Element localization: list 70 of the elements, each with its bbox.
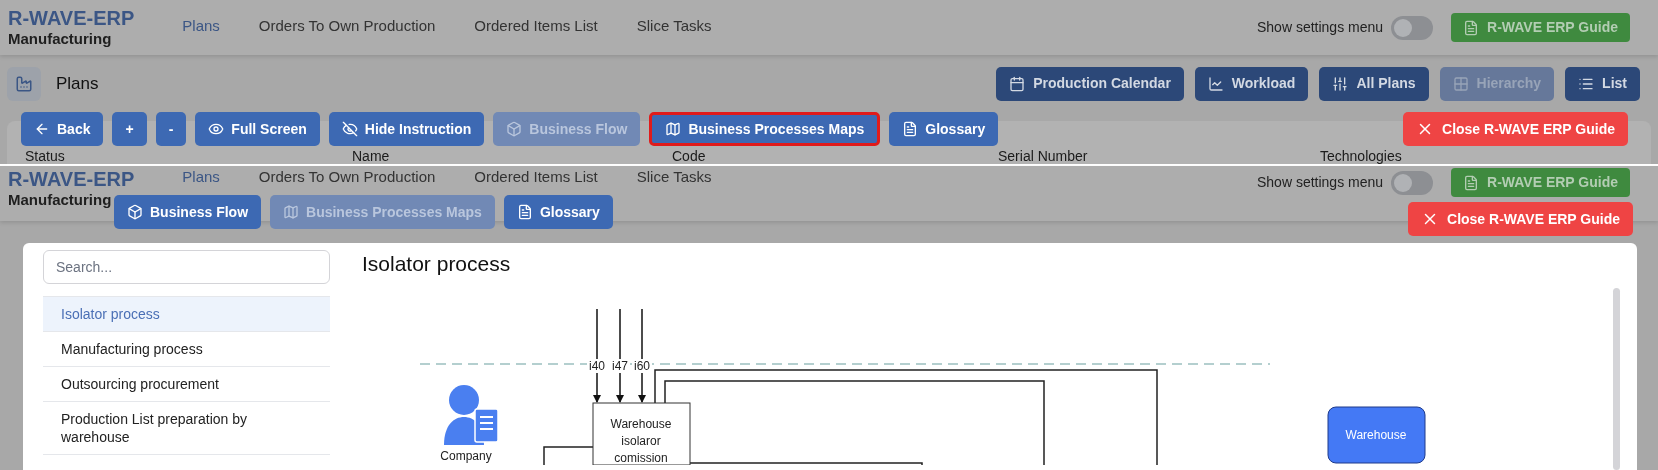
module-name: Manufacturing <box>8 28 113 49</box>
nav-link[interactable]: Orders To Own Production <box>258 15 436 38</box>
column-header: Serial Number <box>998 149 1089 164</box>
brand-name: R-WAVE-ERP <box>8 168 135 190</box>
factory-icon <box>15 74 33 93</box>
document-icon <box>1463 19 1480 36</box>
cube-icon <box>127 204 143 220</box>
document-icon <box>902 121 919 137</box>
actor-label: Company <box>440 449 492 463</box>
nav-link[interactable]: Plans <box>182 15 220 38</box>
guide-toolbar-button[interactable]: Back <box>21 112 104 146</box>
toolbar-button[interactable]: All Plans <box>1319 66 1429 101</box>
process-label: Warehouse <box>610 417 672 431</box>
toolbar-button[interactable]: Production Calendar <box>996 66 1184 101</box>
line-chart-icon <box>1207 75 1224 92</box>
nav-link[interactable]: Ordered Items List <box>474 166 598 189</box>
input-label: i60 <box>634 359 650 373</box>
nav-link[interactable]: Slice Tasks <box>636 166 712 189</box>
sliders-icon <box>1332 75 1349 92</box>
input-label: i47 <box>612 359 628 373</box>
close-guide-button[interactable]: Close R-WAVE ERP Guide <box>1408 202 1633 236</box>
search-field[interactable]: Search... <box>43 250 330 284</box>
guide-toolbar-button[interactable]: Business Flow <box>114 195 262 229</box>
nav-link[interactable]: Ordered Items List <box>474 15 598 38</box>
process-label: comission <box>614 451 668 465</box>
guide-toolbar-button[interactable]: Hide Instruction <box>328 112 485 146</box>
cube-icon <box>506 121 523 137</box>
eye-icon <box>208 121 225 137</box>
guide-toolbar-button[interactable]: Glossary <box>503 195 613 229</box>
settings-label: Show settings menu <box>1256 18 1384 37</box>
document-icon <box>516 204 533 220</box>
process-title: Isolator process <box>362 251 512 277</box>
settings-toggle[interactable] <box>1391 15 1434 40</box>
document-icon <box>1463 174 1480 191</box>
scrollbar[interactable] <box>1613 288 1620 470</box>
person-clipboard-icon <box>444 385 499 445</box>
connector-line <box>543 446 594 465</box>
crossed-eye-icon <box>341 121 358 137</box>
column-header: Technologies <box>1320 149 1403 164</box>
nav-link[interactable]: Slice Tasks <box>636 15 712 38</box>
map-icon <box>283 204 300 220</box>
guide-toolbar-button[interactable]: + <box>112 112 147 146</box>
process-list-item[interactable]: Manufacturing process <box>43 332 330 367</box>
toolbar-button[interactable]: List <box>1565 66 1640 101</box>
column-header: Code <box>672 149 707 164</box>
settings-toggle[interactable] <box>1391 170 1434 195</box>
nav-link[interactable]: Plans <box>182 166 220 189</box>
arrow-left-icon <box>34 121 50 137</box>
process-list-item[interactable]: Outsourcing procurement <box>43 367 330 402</box>
nav-link[interactable]: Orders To Own Production <box>258 166 436 189</box>
guide-toolbar-button[interactable]: Business Processes Maps <box>649 112 881 146</box>
process-list-item[interactable]: Production List preparation by warehouse <box>43 402 330 455</box>
process-label: isolaror <box>621 434 661 448</box>
column-header: Name <box>352 149 391 164</box>
brand-name: R-WAVE-ERP <box>8 6 135 29</box>
page-title: Plans <box>56 72 99 95</box>
toolbar-button[interactable]: Workload <box>1194 66 1309 101</box>
calendar-icon <box>1009 75 1026 92</box>
input-label: i40 <box>589 359 605 373</box>
settings-label: Show settings menu <box>1256 173 1384 192</box>
guide-toolbar-button[interactable]: Glossary <box>889 112 999 146</box>
module-name: Manufacturing <box>8 190 113 210</box>
map-icon <box>665 121 682 137</box>
close-guide-button[interactable]: Close R-WAVE ERP Guide <box>1403 112 1628 146</box>
node-label: Warehouse <box>1345 428 1407 442</box>
guide-toolbar-button[interactable]: Full Screen <box>195 112 320 146</box>
guide-toolbar-button[interactable]: - <box>155 112 187 146</box>
grid-icon <box>1452 75 1469 92</box>
column-header: Status <box>25 149 66 164</box>
process-list-item[interactable]: Isolator process <box>43 297 330 332</box>
